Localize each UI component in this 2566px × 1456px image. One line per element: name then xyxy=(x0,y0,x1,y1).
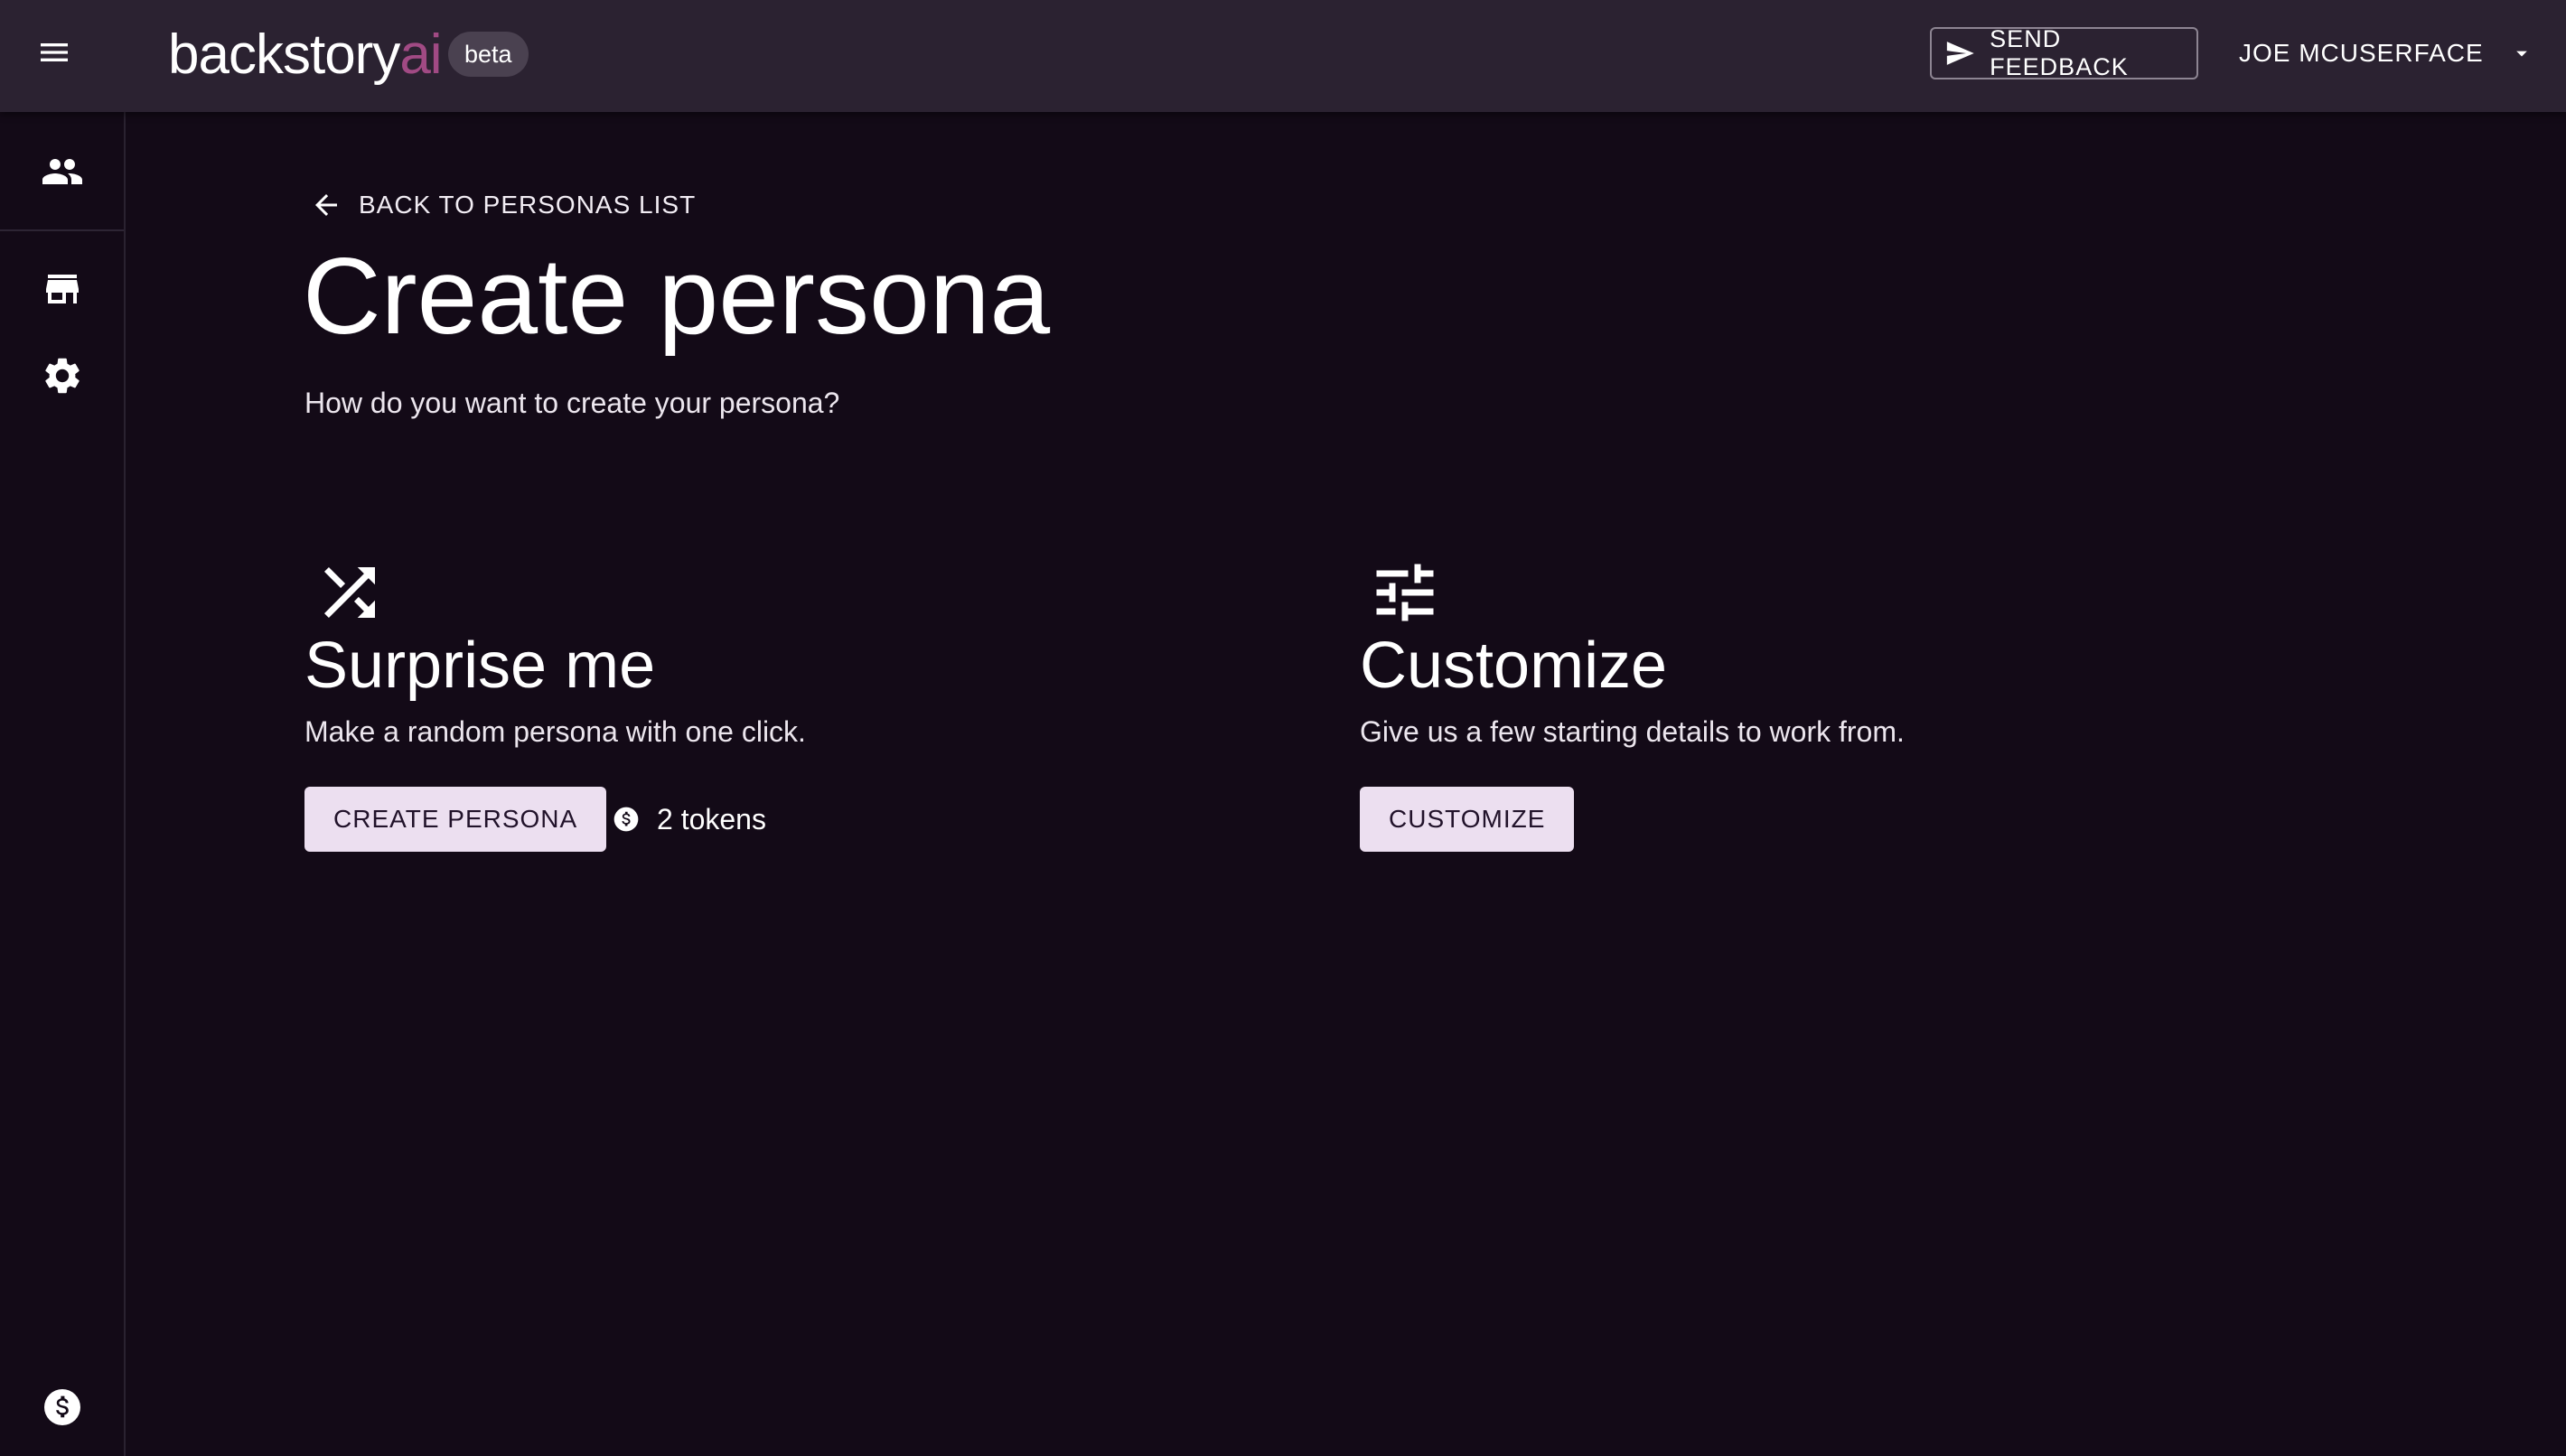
gear-icon xyxy=(44,358,80,394)
user-menu-button[interactable]: JOE MCUSERFACE xyxy=(2239,27,2534,79)
send-feedback-label: SEND FEEDBACK xyxy=(1990,25,2129,80)
main-content: BACK TO PERSONAS LIST Create persona How… xyxy=(126,112,2566,1456)
back-to-personas-link[interactable]: BACK TO PERSONAS LIST xyxy=(310,182,696,228)
option-surprise-me: Surprise me Make a random persona with o… xyxy=(304,555,1298,970)
token-icon xyxy=(43,1389,80,1425)
send-icon xyxy=(1946,42,1974,65)
shuffle-icon xyxy=(324,567,375,618)
back-link-label: BACK TO PERSONAS LIST xyxy=(359,191,697,219)
caret-down-icon xyxy=(2515,51,2527,57)
send-feedback-button[interactable]: SEND FEEDBACK xyxy=(1930,25,2198,80)
page-subtitle: How do you want to create your persona? xyxy=(304,387,840,419)
sidebar-item-tokens[interactable] xyxy=(0,1371,124,1443)
token-icon xyxy=(613,807,639,832)
create-persona-button[interactable]: CREATE PERSONA xyxy=(304,787,607,852)
top-app-bar: backstory ai beta SEND FEEDBACK JOE MCUSE… xyxy=(0,0,2566,112)
beta-badge: beta xyxy=(448,32,529,77)
logo-text-main: backstory xyxy=(168,23,400,86)
token-cost: 2 tokens xyxy=(612,787,766,852)
sidebar-nav xyxy=(0,112,126,1456)
sidebar-item-store[interactable] xyxy=(0,253,124,325)
store-icon xyxy=(45,275,79,303)
tune-icon xyxy=(1376,564,1434,621)
sidebar-item-settings[interactable] xyxy=(0,340,124,412)
sidebar-divider xyxy=(0,229,124,231)
logo-text-accent: ai xyxy=(399,23,442,86)
option-title: Customize xyxy=(1360,630,1668,702)
page-title: Create persona xyxy=(303,236,1051,357)
option-customize: Customize Give us a few starting details… xyxy=(1360,555,2354,970)
menu-button[interactable] xyxy=(22,20,87,85)
app-logo[interactable]: backstory ai xyxy=(168,18,443,90)
option-description: Give us a few starting details to work f… xyxy=(1360,715,1905,748)
customize-button[interactable]: CUSTOMIZE xyxy=(1360,787,1575,852)
people-icon xyxy=(42,159,82,184)
hamburger-menu-icon xyxy=(41,43,68,61)
user-name: JOE MCUSERFACE xyxy=(2239,39,2484,67)
option-description: Make a random persona with one click. xyxy=(304,715,806,748)
arrow-left-icon xyxy=(315,194,337,216)
option-title: Surprise me xyxy=(304,630,656,702)
token-cost-label: 2 tokens xyxy=(657,802,766,835)
sidebar-item-personas[interactable] xyxy=(0,135,124,208)
